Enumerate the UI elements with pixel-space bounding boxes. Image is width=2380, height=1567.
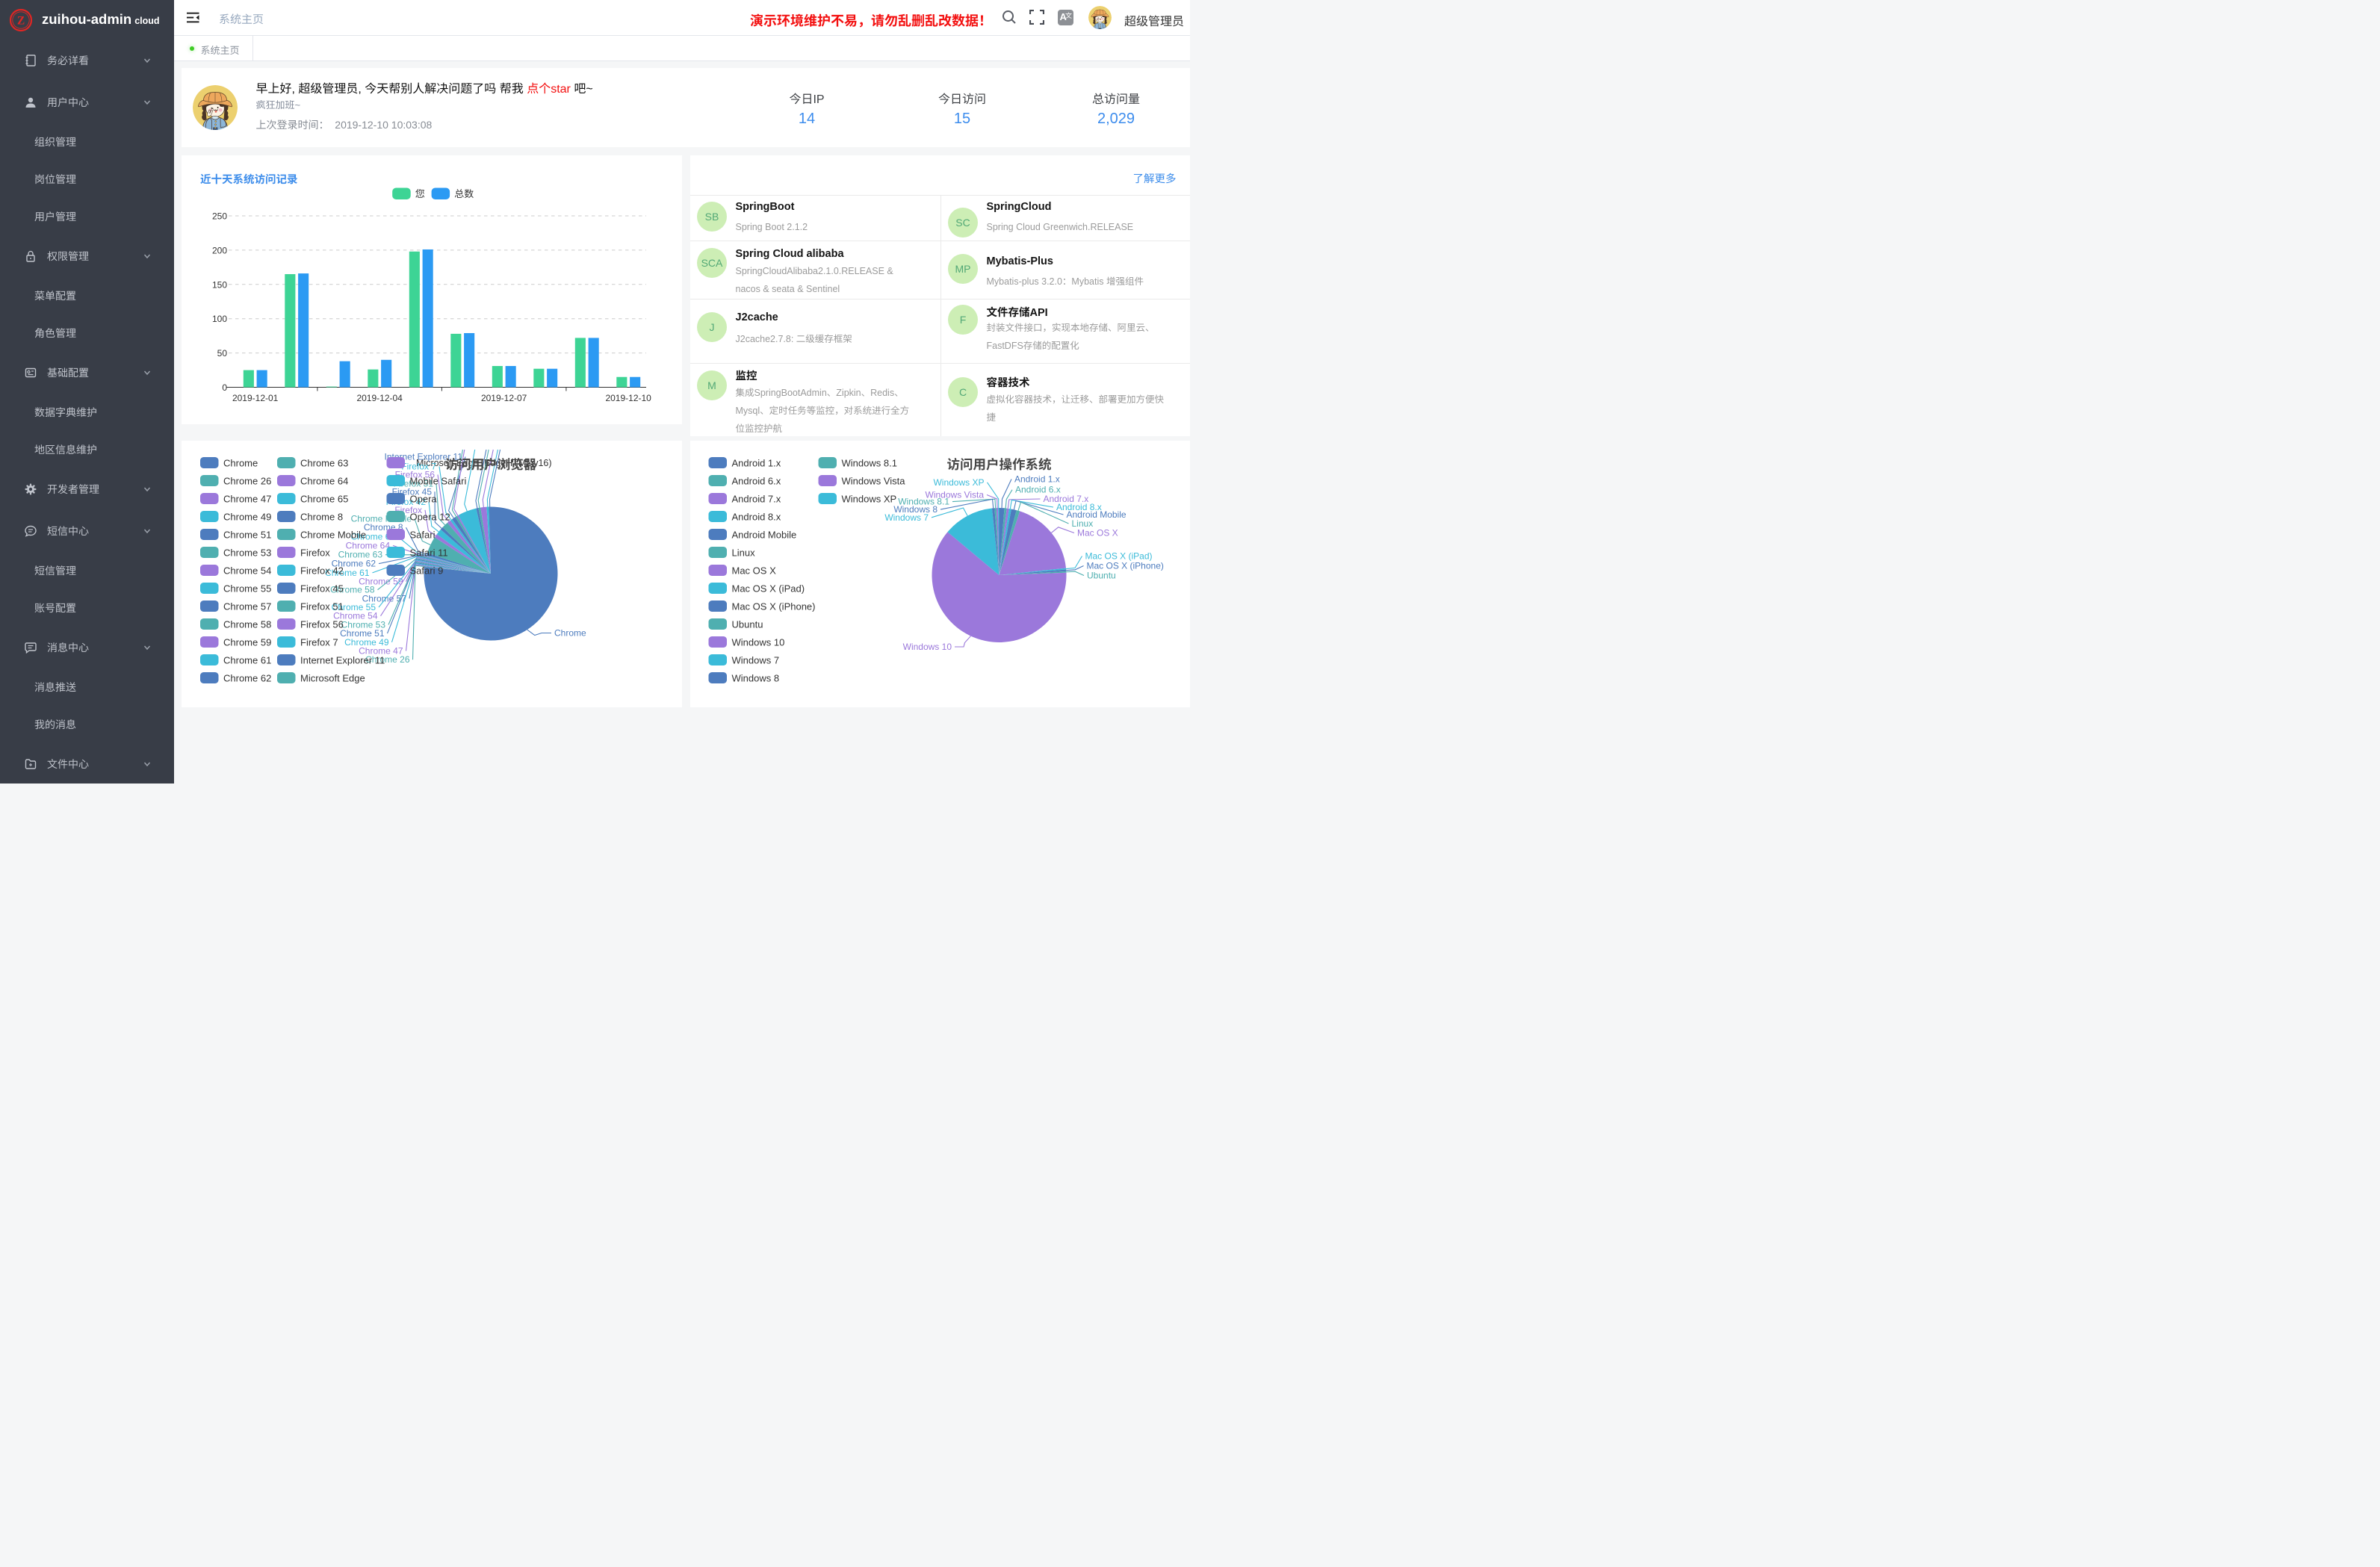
svg-text:Chrome 55: Chrome 55 [223, 583, 271, 595]
svg-text:Chrome 54: Chrome 54 [223, 565, 271, 577]
svg-text:Windows 8: Windows 8 [731, 673, 779, 684]
svg-text:Safari 11: Safari 11 [410, 547, 448, 559]
svg-text:Chrome 49: Chrome 49 [223, 512, 271, 523]
svg-text:100: 100 [212, 314, 227, 324]
svg-text:Windows 10: Windows 10 [902, 642, 952, 652]
svg-text:2019-12-04: 2019-12-04 [356, 393, 403, 403]
svg-text:Chrome 58: Chrome 58 [223, 619, 271, 630]
svg-text:Ubuntu: Ubuntu [1087, 571, 1116, 581]
svg-text:Mac OS X (iPhone): Mac OS X (iPhone) [1086, 561, 1163, 571]
svg-text:Chrome 59: Chrome 59 [223, 637, 271, 648]
svg-text:Windows Vista: Windows Vista [841, 476, 905, 487]
svg-text:Chrome 53: Chrome 53 [223, 547, 271, 559]
svg-text:Mac OS X (iPad): Mac OS X (iPad) [1085, 551, 1152, 562]
svg-text:Chrome 62: Chrome 62 [223, 673, 271, 684]
svg-text:Mobile Safari: Mobile Safari [410, 476, 467, 487]
svg-text:Chrome 8: Chrome 8 [300, 512, 343, 523]
svg-text:Windows 7: Windows 7 [731, 655, 779, 666]
svg-text:Firefox 51: Firefox 51 [300, 601, 344, 612]
svg-text:您: 您 [415, 188, 425, 199]
svg-text:Chrome 64: Chrome 64 [300, 476, 348, 487]
svg-text:Z: Z [17, 15, 25, 28]
svg-text:Chrome 47: Chrome 47 [223, 494, 271, 505]
svg-text:Windows XP: Windows XP [933, 477, 984, 488]
svg-text:Chrome 57: Chrome 57 [223, 601, 271, 612]
svg-text:Mac OS X (iPad): Mac OS X (iPad) [731, 583, 805, 595]
svg-text:Chrome 61: Chrome 61 [223, 655, 271, 666]
svg-text:Mac OS X (iPhone): Mac OS X (iPhone) [731, 601, 815, 612]
svg-text:150: 150 [212, 279, 227, 290]
svg-text:Opera 12: Opera 12 [410, 512, 450, 523]
svg-text:Windows 7: Windows 7 [884, 512, 929, 523]
svg-text:Android 7.x: Android 7.x [731, 494, 781, 505]
svg-text:Safari 9: Safari 9 [410, 565, 444, 577]
svg-text:Chrome Mobile: Chrome Mobile [300, 530, 366, 541]
svg-text:Microsoft Edge: Microsoft Edge [300, 673, 365, 684]
svg-text:Opera: Opera [410, 494, 438, 505]
svg-text:200: 200 [212, 245, 227, 255]
svg-text:Chrome 51: Chrome 51 [223, 530, 271, 541]
svg-text:Mac OS X: Mac OS X [1077, 528, 1118, 539]
svg-text:Android 1.x: Android 1.x [731, 458, 781, 469]
svg-text:Android 8.x: Android 8.x [731, 512, 781, 523]
svg-text:Windows 10: Windows 10 [731, 637, 784, 648]
svg-text:Windows 8.1: Windows 8.1 [841, 458, 896, 469]
svg-text:Firefox 56: Firefox 56 [300, 619, 344, 630]
svg-text:2019-12-10: 2019-12-10 [605, 393, 651, 403]
svg-text:Internet Explorer 11: Internet Explorer 11 [300, 655, 385, 666]
svg-text:Chrome 26: Chrome 26 [223, 476, 271, 487]
svg-text:50: 50 [217, 348, 228, 359]
svg-text:Firefox: Firefox [300, 547, 330, 559]
svg-text:总数: 总数 [454, 188, 474, 199]
svg-text:Ubuntu: Ubuntu [731, 619, 763, 630]
svg-text:Linux: Linux [731, 547, 755, 559]
svg-text:Android Mobile: Android Mobile [731, 530, 796, 541]
svg-text:Firefox 45: Firefox 45 [300, 583, 344, 595]
svg-text:Android 1.x: Android 1.x [1014, 474, 1060, 485]
svg-text:Firefox 7: Firefox 7 [300, 637, 338, 648]
svg-text:Android 6.x: Android 6.x [731, 476, 781, 487]
svg-text:Mac OS X: Mac OS X [731, 565, 776, 577]
svg-text:Chrome: Chrome [223, 458, 258, 469]
svg-text:Firefox 42: Firefox 42 [300, 565, 344, 577]
svg-text:Chrome 63: Chrome 63 [300, 458, 348, 469]
svg-text:Chrome: Chrome [554, 628, 586, 639]
svg-text:Chrome 65: Chrome 65 [300, 494, 348, 505]
svg-text:Windows XP: Windows XP [841, 494, 896, 505]
svg-text:2019-12-01: 2019-12-01 [232, 393, 279, 403]
svg-text:250: 250 [212, 211, 227, 221]
svg-text:2019-12-07: 2019-12-07 [481, 393, 527, 403]
svg-text:Safari: Safari [410, 530, 436, 541]
